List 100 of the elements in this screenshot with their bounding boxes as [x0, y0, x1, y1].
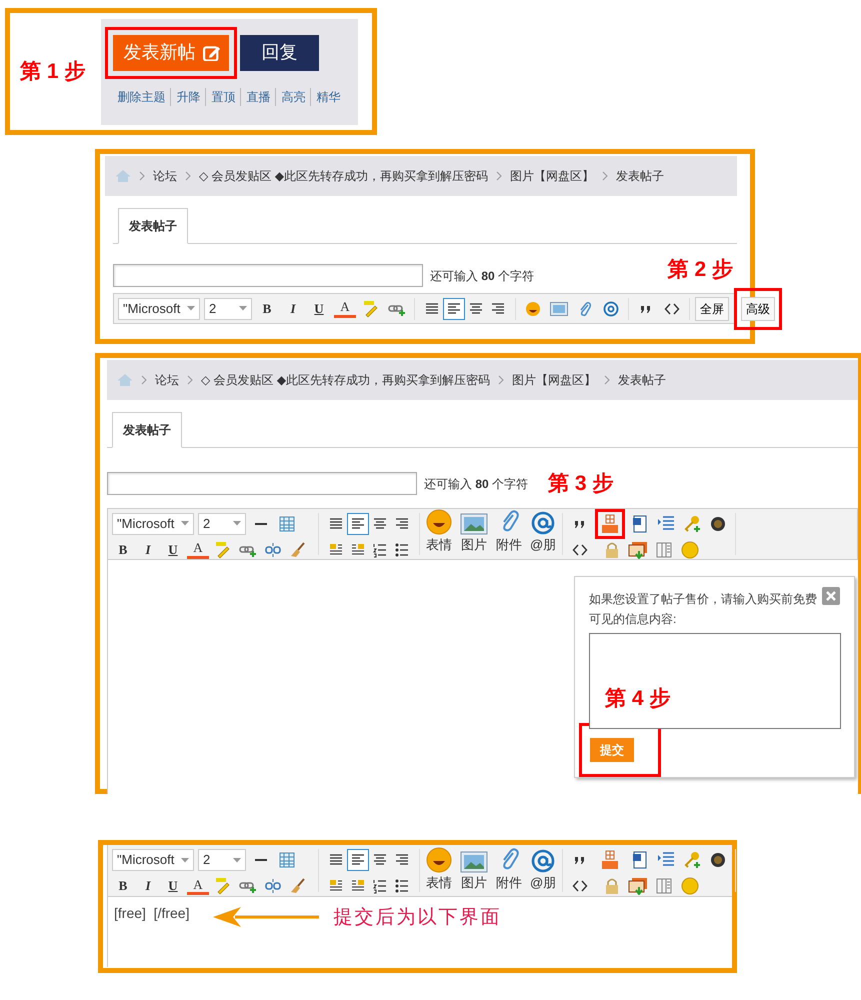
float-right-icon[interactable]	[350, 542, 366, 558]
media-button[interactable]: 图片	[460, 513, 488, 554]
moderation-link[interactable]: 置顶	[205, 88, 240, 106]
step-label: 第 4 步	[605, 686, 670, 712]
ordered-list-icon[interactable]	[372, 878, 388, 894]
underline-button[interactable]: U	[162, 538, 184, 560]
smiley-icon[interactable]	[525, 300, 541, 316]
key-icon[interactable]	[683, 514, 702, 532]
dark-ball-icon[interactable]	[710, 852, 726, 868]
unlink-icon[interactable]	[265, 542, 281, 558]
caret-icon	[239, 306, 247, 311]
table-icon[interactable]	[279, 516, 295, 532]
free-tag-icon[interactable]	[601, 850, 620, 870]
table-icon[interactable]	[279, 852, 295, 868]
breadcrumb-link[interactable]: ◇ 会员发贴区 ◆此区先转存成功，再购买拿到解压密码	[199, 167, 488, 185]
highlighter-icon[interactable]	[214, 877, 232, 895]
italic-button[interactable]: I	[137, 875, 159, 897]
underline-button[interactable]: U	[308, 298, 330, 320]
breadcrumb-link[interactable]: 论坛	[153, 167, 177, 185]
font-select[interactable]: "Microsoft	[118, 298, 200, 320]
bullet-list-icon[interactable]	[394, 878, 410, 894]
moderation-link[interactable]: 直播	[240, 88, 276, 106]
columns-icon[interactable]	[656, 542, 672, 558]
bullet-list-icon[interactable]	[394, 542, 410, 558]
character-counter: 还可输入 80 个字符	[424, 476, 528, 493]
media-button[interactable]: 附件	[496, 509, 522, 554]
font-color-button[interactable]: A	[187, 877, 209, 895]
breadcrumb-link[interactable]: 发表帖子	[618, 371, 666, 389]
arrow-icon	[211, 905, 322, 929]
media-button[interactable]: 附件	[496, 846, 522, 892]
size-select[interactable]: 2	[204, 298, 252, 320]
size-select[interactable]: 2	[198, 512, 246, 534]
breadcrumb-link[interactable]: 图片【网盘区】	[510, 167, 594, 185]
breadcrumb-link[interactable]: 论坛	[155, 371, 179, 389]
post-tab[interactable]: 发表帖子	[118, 208, 188, 244]
moderation-link[interactable]: 精华	[310, 88, 346, 106]
moderation-link[interactable]: 删除主题	[117, 88, 170, 106]
ordered-list-icon[interactable]	[372, 542, 388, 558]
post-tab[interactable]: 发表帖子	[112, 412, 182, 448]
at-icon[interactable]	[603, 300, 619, 316]
font-select[interactable]: "Microsoft	[112, 849, 194, 871]
breadcrumb-link[interactable]: ◇ 会员发贴区 ◆此区先转存成功，再购买拿到解压密码	[201, 371, 490, 389]
highlighter-icon[interactable]	[214, 540, 232, 558]
background-color-icon[interactable]	[681, 540, 700, 558]
unlink-icon[interactable]	[265, 878, 281, 894]
key-icon[interactable]	[683, 851, 702, 869]
mode-button[interactable]: 全屏	[695, 296, 729, 320]
word-document-icon[interactable]	[632, 851, 648, 869]
highlighter-icon[interactable]	[362, 300, 380, 318]
align-button[interactable]	[443, 298, 465, 320]
image-icon[interactable]	[550, 302, 568, 316]
media-button[interactable]: @朋	[530, 511, 556, 554]
breadcrumb-link[interactable]: 图片【网盘区】	[512, 371, 596, 389]
image-icon	[460, 850, 488, 872]
close-icon[interactable]	[822, 586, 840, 604]
size-select[interactable]: 2	[198, 849, 246, 871]
underline-button[interactable]: U	[162, 875, 184, 897]
breadcrumb-link[interactable]: 发表帖子	[616, 167, 664, 185]
image-download-icon[interactable]	[628, 877, 648, 895]
broom-icon[interactable]	[290, 542, 306, 558]
media-button[interactable]: 图片	[460, 850, 488, 892]
float-left-icon[interactable]	[328, 542, 344, 558]
font-select[interactable]: "Microsoft	[112, 512, 194, 534]
caret-icon	[233, 858, 241, 862]
bold-button[interactable]: B	[112, 538, 134, 560]
italic-button[interactable]: I	[137, 538, 159, 560]
word-document-icon[interactable]	[632, 514, 648, 532]
image-download-icon[interactable]	[628, 540, 648, 558]
moderation-link[interactable]: 升降	[170, 88, 206, 106]
broom-icon[interactable]	[290, 878, 306, 894]
media-button[interactable]: @朋	[530, 848, 556, 892]
moderation-link[interactable]: 高亮	[275, 88, 310, 106]
mode-button[interactable]: 高级	[741, 296, 775, 320]
caret-icon	[187, 306, 195, 311]
align-right-icon	[394, 516, 410, 532]
align-button[interactable]	[347, 512, 369, 534]
annotation-note: 提交后为以下界面	[333, 905, 502, 930]
free-tag-icon[interactable]	[601, 514, 620, 534]
indent-icon[interactable]	[657, 514, 676, 532]
editor-area[interactable]: 如果您设置了帖子售价，请输入购买前免费可见的信息内容: 第 4 步 提交	[107, 560, 858, 794]
background-color-icon[interactable]	[681, 877, 700, 895]
caret-icon	[181, 521, 189, 526]
font-color-button[interactable]: A	[334, 300, 356, 318]
italic-button[interactable]: I	[282, 298, 304, 320]
title-field[interactable]	[113, 264, 423, 287]
bold-button[interactable]: B	[256, 298, 278, 320]
media-button[interactable]: 表情	[426, 846, 452, 892]
align-center-icon	[468, 300, 484, 316]
columns-icon[interactable]	[656, 878, 672, 894]
title-field[interactable]	[107, 472, 417, 496]
reply-button[interactable]: 回复	[240, 34, 319, 70]
free-content-field[interactable]	[589, 632, 841, 728]
media-button[interactable]: 表情	[426, 509, 452, 554]
align-button[interactable]	[347, 849, 369, 871]
quote-icon[interactable]	[639, 304, 653, 314]
indent-icon[interactable]	[657, 851, 676, 869]
align-left-icon	[446, 300, 462, 316]
dark-ball-icon[interactable]	[710, 516, 726, 532]
code-icon[interactable]	[572, 878, 588, 894]
bold-button[interactable]: B	[112, 875, 134, 897]
